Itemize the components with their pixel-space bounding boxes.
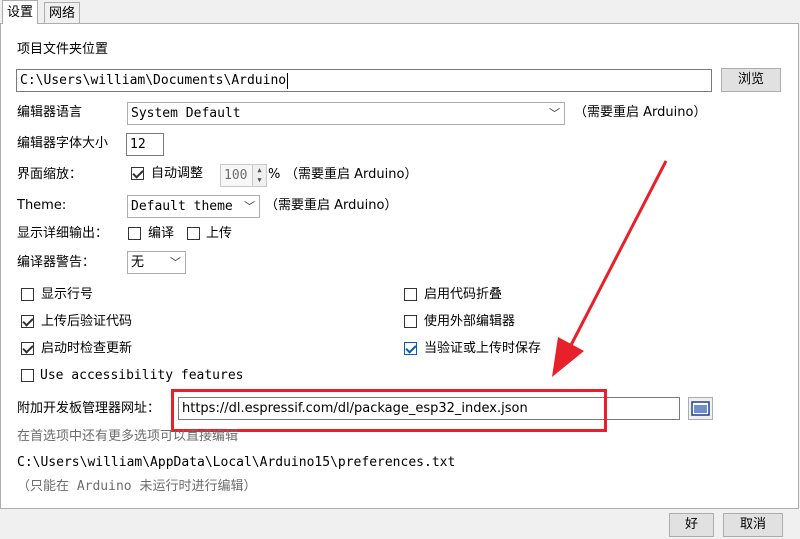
theme-value: Default theme <box>131 199 233 214</box>
font-size-label: 编辑器字体大小 <box>17 136 109 151</box>
warnings-value: 无 <box>131 255 145 270</box>
code-folding-checkbox[interactable] <box>404 288 417 301</box>
stepper-arrows-icon[interactable]: ▲ ▼ <box>252 165 266 186</box>
window-icon <box>691 401 710 416</box>
theme-label: Theme: <box>17 198 67 213</box>
verbose-upload-label: 上传 <box>206 226 233 241</box>
sketchbook-input[interactable]: C:\Users\william\Documents\Arduino <box>16 69 712 92</box>
accessibility-checkbox[interactable] <box>21 369 34 382</box>
scaling-label: 界面缩放： <box>17 167 83 182</box>
sketchbook-value: C:\Users\william\Documents\Arduino <box>20 73 287 88</box>
theme-select[interactable]: Default theme ﹀ <box>127 195 260 218</box>
theme-note: （需要重启 Arduino） <box>265 198 398 213</box>
auto-scale-label: 自动调整 <box>151 166 204 181</box>
browse-button[interactable]: 浏览 <box>721 68 781 92</box>
tab-network[interactable]: 网络 <box>44 2 81 23</box>
board-urls-label: 附加开发板管理器网址： <box>17 401 161 416</box>
tab-bar: 设置 网络 <box>0 0 800 24</box>
prefs-path: C:\Users\william\AppData\Local\Arduino15… <box>17 455 456 470</box>
open-url-list-button[interactable] <box>688 397 713 420</box>
font-size-input[interactable]: 12 <box>126 133 164 156</box>
chevron-down-icon: ﹀ <box>170 256 181 269</box>
sketchbook-label: 项目文件夹位置 <box>17 42 109 57</box>
language-value: System Default <box>131 106 241 121</box>
verbose-label: 显示详细输出： <box>17 226 109 241</box>
external-editor-checkbox[interactable] <box>404 315 417 328</box>
auto-scale-checkbox[interactable] <box>131 167 144 180</box>
check-updates-checkbox[interactable] <box>21 342 34 355</box>
show-line-numbers-label: 显示行号 <box>41 287 94 302</box>
verbose-upload-checkbox[interactable] <box>187 227 200 240</box>
external-editor-label: 使用外部编辑器 <box>424 314 516 329</box>
save-on-verify-label: 当验证或上传时保存 <box>424 341 542 356</box>
highlight-arrow <box>552 160 668 377</box>
scale-stepper[interactable]: 100 ▲ ▼ <box>220 164 267 187</box>
language-label: 编辑器语言 <box>17 105 83 120</box>
verbose-compile-label: 编译 <box>148 226 175 241</box>
accessibility-label: Use accessibility features <box>40 368 244 383</box>
verbose-compile-checkbox[interactable] <box>128 227 141 240</box>
chevron-down-icon: ﹀ <box>549 107 560 120</box>
tab-settings[interactable]: 设置 <box>2 0 39 24</box>
code-folding-label: 启用代码折叠 <box>424 287 503 302</box>
verify-after-upload-label: 上传后验证代码 <box>41 314 133 329</box>
language-note: （需要重启 Arduino） <box>574 105 707 120</box>
scale-value: 100 <box>224 168 248 183</box>
show-line-numbers-checkbox[interactable] <box>21 288 34 301</box>
check-updates-label: 启动时检查更新 <box>41 341 133 356</box>
scale-unit: % <box>268 167 281 182</box>
warnings-label: 编译器警告： <box>17 255 96 270</box>
save-on-verify-checkbox[interactable] <box>404 342 417 355</box>
language-select[interactable]: System Default ﹀ <box>127 102 565 125</box>
highlight-box <box>171 389 607 432</box>
verify-after-upload-checkbox[interactable] <box>21 315 34 328</box>
warnings-select[interactable]: 无 ﹀ <box>127 251 186 274</box>
edit-note: （只能在 Arduino 未运行时进行编辑） <box>17 479 257 494</box>
more-prefs-note: 在首选项中还有更多选项可以直接编辑 <box>17 429 239 444</box>
cancel-button[interactable]: 取消 <box>723 513 783 537</box>
ok-button[interactable]: 好 <box>669 513 714 537</box>
scaling-note: （需要重启 Arduino） <box>285 167 418 182</box>
chevron-down-icon: ﹀ <box>244 200 255 213</box>
